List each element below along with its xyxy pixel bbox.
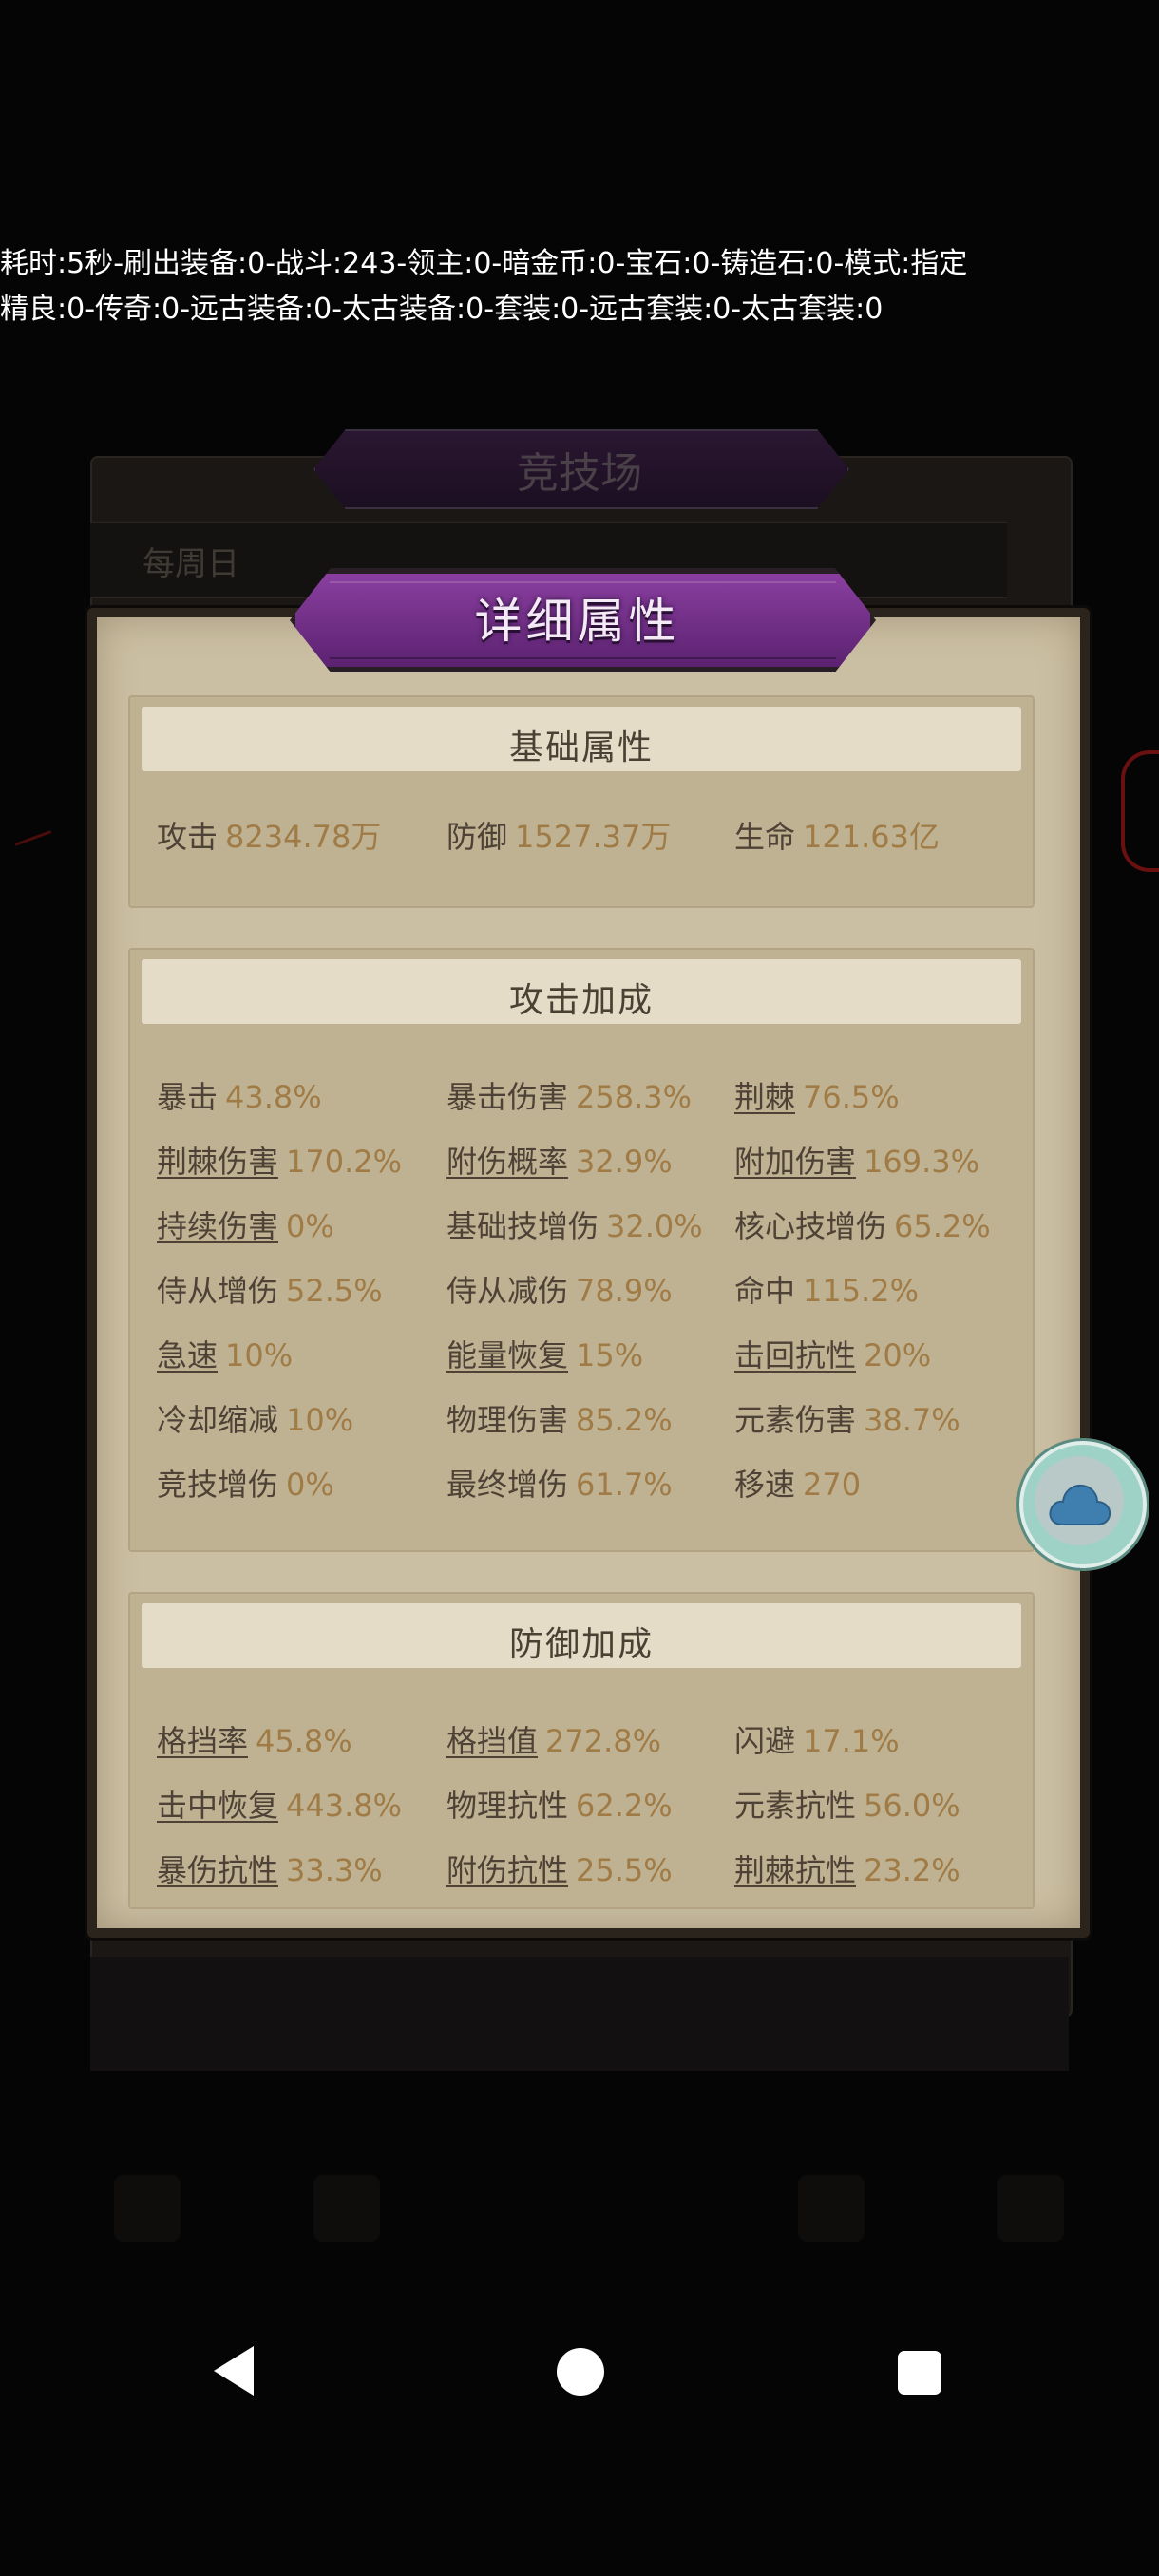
attr-servant-reduction: 侍从减伤 78.9% [446, 1273, 673, 1309]
attr-extra-damage-resist[interactable]: 附伤抗性 25.5% [446, 1847, 673, 1890]
attr-extra-damage-chance[interactable]: 附伤概率 32.9% [446, 1138, 673, 1182]
side-decoration [1121, 750, 1159, 872]
background-title: 竞技场 [517, 449, 642, 498]
background-nav-icon [114, 2175, 180, 2242]
side-decoration-left [14, 830, 62, 873]
attr-cooldown-reduction: 冷却缩减 10% [157, 1402, 354, 1438]
attr-physical-damage: 物理伤害 85.2% [446, 1402, 673, 1438]
basic-attributes-section: 基础属性 [128, 695, 1035, 908]
background-bottom-bar [90, 1957, 1069, 2071]
cloud-float-button[interactable] [1019, 1441, 1147, 1568]
section-header: 基础属性 [142, 707, 1021, 771]
background-nav-icon [798, 2175, 864, 2242]
background-notice-text: 每周日 [142, 545, 239, 583]
attr-dodge: 闪避 17.1% [734, 1723, 900, 1759]
attr-servant-damage: 侍从增伤 52.5% [157, 1273, 383, 1309]
attr-basic-skill-boost: 基础技增伤 32.0% [446, 1208, 703, 1244]
attr-attack: 攻击 8234.78万 [157, 819, 382, 855]
attr-elemental-resist: 元素抗性 56.0% [734, 1788, 960, 1824]
attr-defense: 防御 1527.37万 [446, 819, 672, 855]
attr-block-rate[interactable]: 格挡率 45.8% [157, 1717, 352, 1761]
attr-crit-damage: 暴击伤害 258.3% [446, 1079, 693, 1115]
attr-knockback-resist[interactable]: 击回抗性 20% [734, 1332, 931, 1375]
attr-core-skill-boost: 核心技增伤 65.2% [734, 1208, 991, 1244]
attr-final-damage: 最终增伤 61.7% [446, 1467, 673, 1503]
game-screen: 耗时:5秒-刷出装备:0-战斗:243-领主:0-暗金币:0-宝石:0-铸造石:… [0, 0, 1159, 2576]
attr-physical-resist: 物理抗性 62.2% [446, 1788, 673, 1824]
cloud-icon [1049, 1484, 1112, 1525]
attr-crit: 暴击 43.8% [157, 1079, 322, 1115]
stats-line-2: 精良:0-传奇:0-远古装备:0-太古装备:0-套装:0-远古套装:0-太古套装… [0, 293, 884, 326]
stats-line-1: 耗时:5秒-刷出装备:0-战斗:243-领主:0-暗金币:0-宝石:0-铸造石:… [0, 247, 968, 280]
attr-move-speed: 移速 270 [734, 1467, 862, 1503]
attr-thorns-resist[interactable]: 荆棘抗性 23.2% [734, 1847, 960, 1890]
attr-haste[interactable]: 急速 10% [157, 1332, 293, 1375]
section-header: 攻击加成 [142, 959, 1021, 1024]
attr-crit-damage-resist[interactable]: 暴伤抗性 33.3% [157, 1847, 383, 1890]
attr-block-value[interactable]: 格挡值 272.8% [446, 1717, 661, 1761]
section-header: 防御加成 [142, 1603, 1021, 1668]
background-nav-icon [314, 2175, 380, 2242]
home-circle-icon[interactable] [557, 2348, 604, 2396]
section-header-label: 防御加成 [508, 1625, 654, 1664]
background-nav-icon [998, 2175, 1064, 2242]
section-header-label: 基础属性 [508, 729, 654, 767]
attr-life: 生命 121.63亿 [734, 819, 940, 855]
attr-hit: 命中 115.2% [734, 1273, 920, 1309]
attr-energy-recovery[interactable]: 能量恢复 15% [446, 1332, 643, 1375]
popup-title: 详细属性 [474, 594, 680, 649]
attr-elemental-damage: 元素伤害 38.7% [734, 1402, 960, 1438]
attr-hit-recovery[interactable]: 击中恢复 443.8% [157, 1782, 402, 1826]
attr-thorns-damage[interactable]: 荆棘伤害 170.2% [157, 1138, 402, 1182]
attr-thorns[interactable]: 荆棘 76.5% [734, 1073, 900, 1117]
section-header-label: 攻击加成 [508, 981, 654, 1020]
attr-arena-boost: 竞技增伤 0% [157, 1467, 334, 1503]
back-triangle-icon[interactable] [214, 2346, 254, 2396]
attr-additional-damage[interactable]: 附加伤害 169.3% [734, 1138, 979, 1182]
attr-dot-damage[interactable]: 持续伤害 0% [157, 1203, 334, 1246]
recent-square-icon[interactable] [898, 2351, 941, 2395]
